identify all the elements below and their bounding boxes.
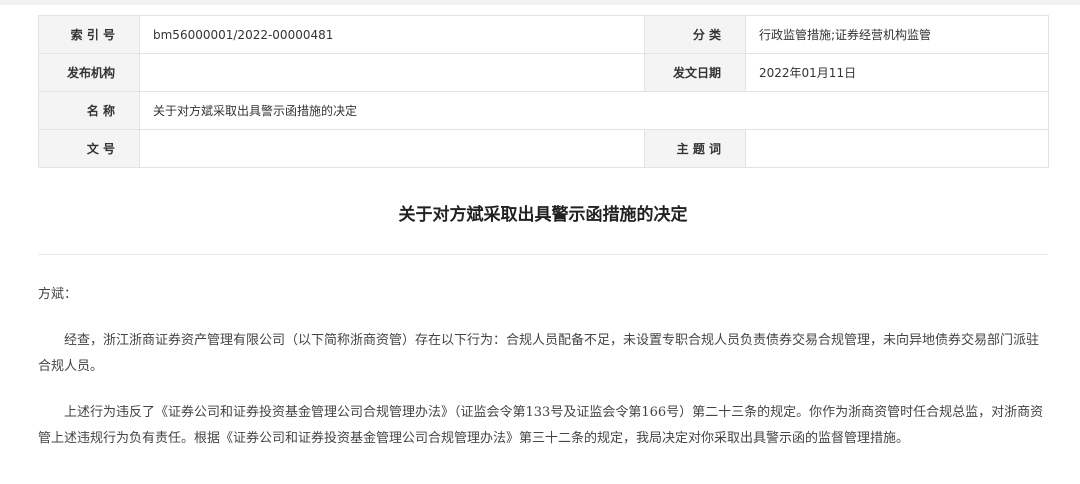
subject-words-label: 主 题 词 — [644, 129, 746, 168]
issuer-value — [139, 53, 645, 92]
index-number-value: bm56000001/2022-00000481 — [139, 15, 645, 54]
table-row: 名 称 关于对方斌采取出具警示函措施的决定 — [38, 91, 1049, 130]
subject-words-value — [745, 129, 1049, 168]
document-number-value — [139, 129, 645, 168]
document-number-label: 文 号 — [38, 129, 140, 168]
document-title: 关于对方斌采取出具警示函措施的决定 — [398, 205, 688, 225]
issue-date-label: 发文日期 — [644, 53, 746, 92]
issuer-label: 发布机构 — [38, 53, 140, 92]
name-value: 关于对方斌采取出具警示函措施的决定 — [139, 91, 1049, 130]
document-body: 方斌： 经查，浙江浙商证券资产管理有限公司（以下简称浙商资管）存在以下行为：合规… — [38, 282, 1048, 472]
category-value: 行政监管措施;证券经营机构监管 — [745, 15, 1049, 54]
paragraph: 上述行为违反了《证券公司和证券投资基金管理公司合规管理办法》（证监会令第133号… — [38, 405, 1044, 446]
table-row: 发布机构 发文日期 2022年01月11日 — [38, 53, 1049, 92]
paragraph: 经查，浙江浙商证券资产管理有限公司（以下简称浙商资管）存在以下行为：合规人员配备… — [38, 333, 1040, 374]
table-row: 文 号 主 题 词 — [38, 129, 1049, 168]
name-label: 名 称 — [38, 91, 140, 130]
top-strip — [0, 0, 1080, 5]
category-label: 分 类 — [644, 15, 746, 54]
table-row: 索 引 号 bm56000001/2022-00000481 分 类 行政监管措… — [38, 15, 1049, 54]
salutation: 方斌： — [38, 287, 78, 302]
index-number-label: 索 引 号 — [38, 15, 140, 54]
title-divider — [38, 254, 1048, 255]
document-metadata-table: 索 引 号 bm56000001/2022-00000481 分 类 行政监管措… — [38, 15, 1049, 168]
issue-date-value: 2022年01月11日 — [745, 53, 1049, 92]
